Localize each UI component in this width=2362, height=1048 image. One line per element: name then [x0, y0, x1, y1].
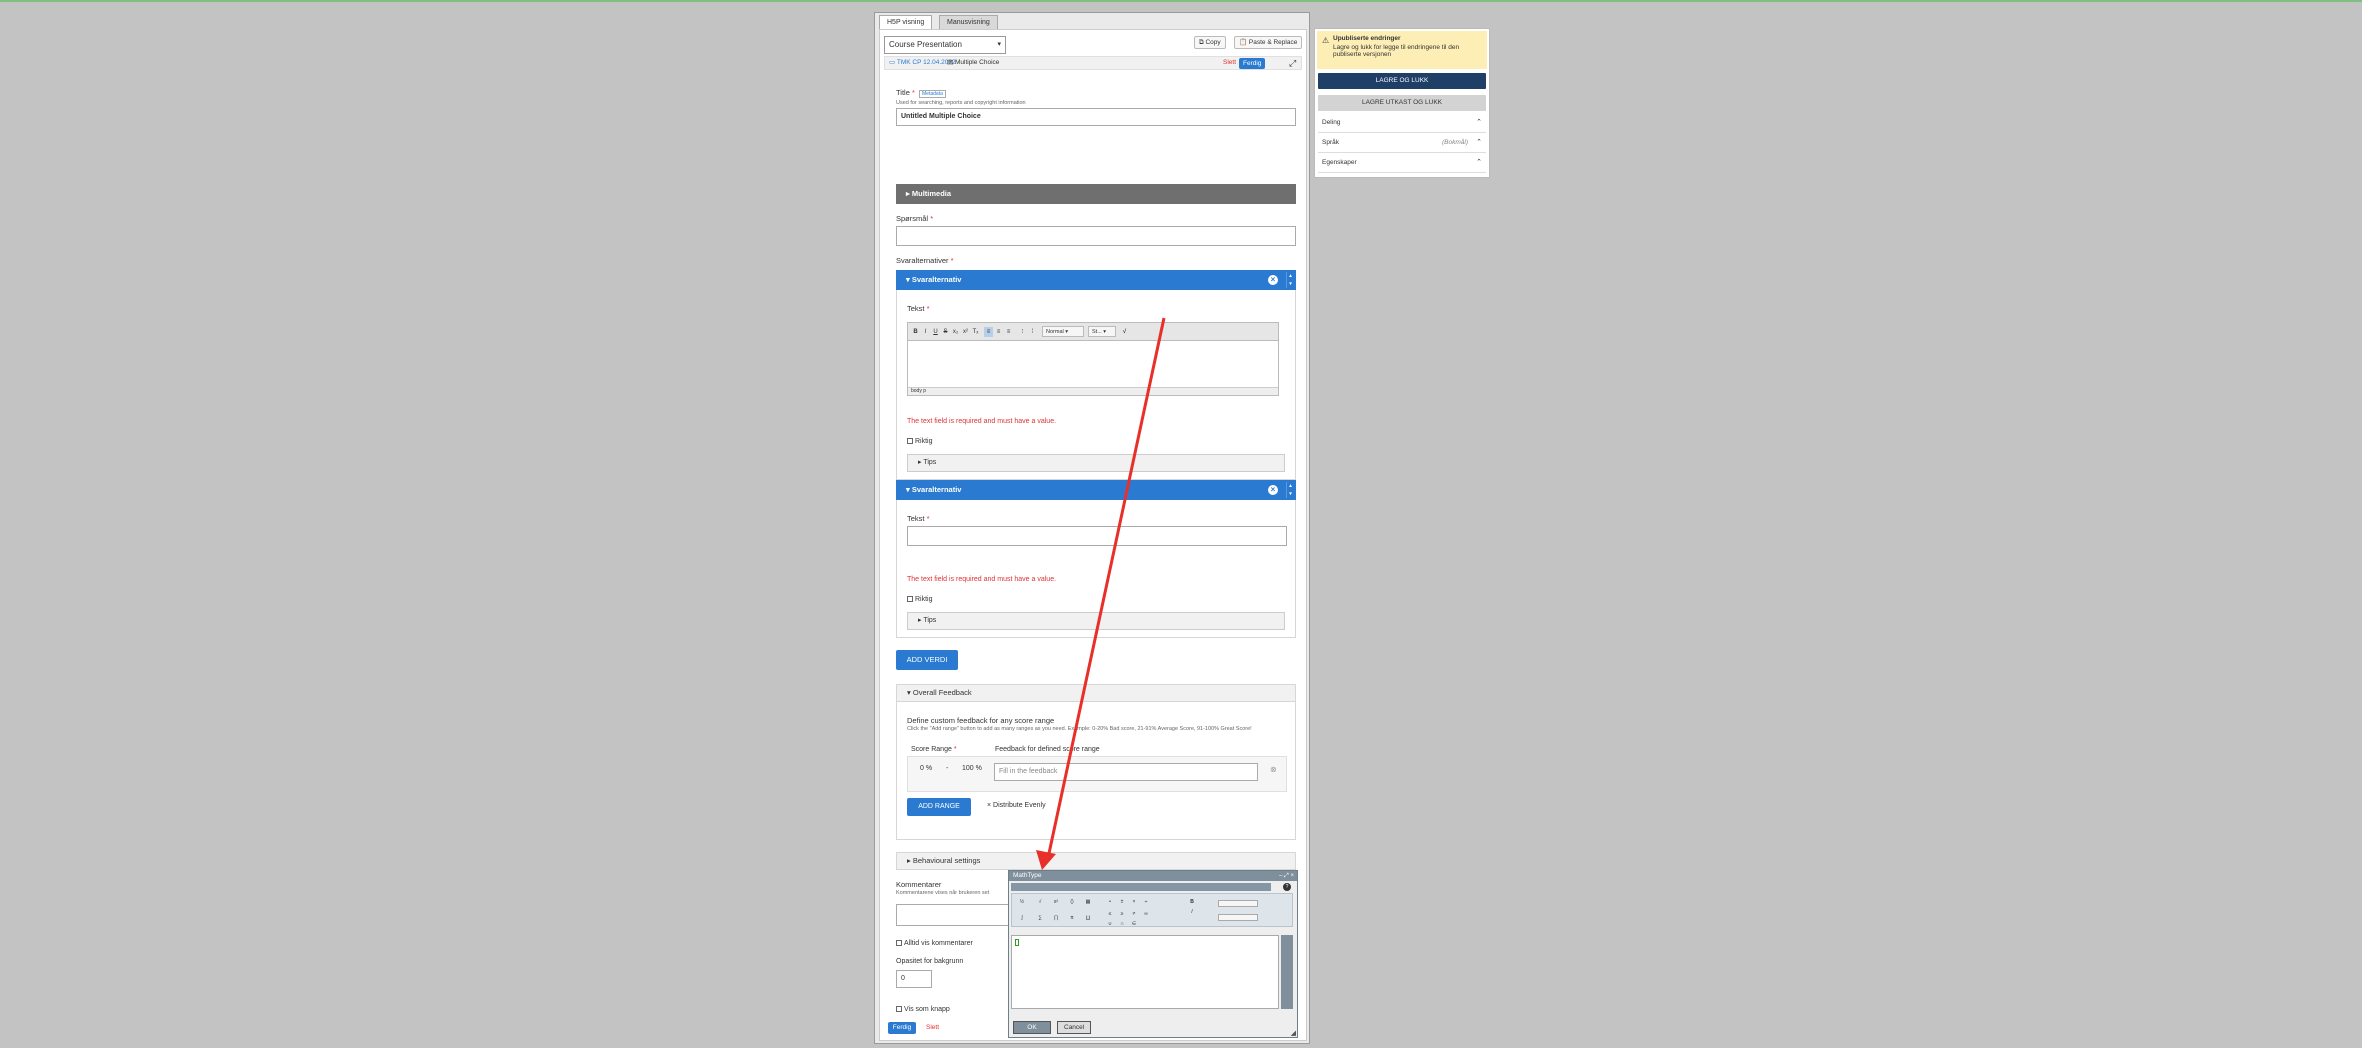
arrow-head — [1036, 850, 1056, 870]
annotation-arrow — [1036, 317, 1166, 870]
arrow-line — [1046, 317, 1166, 859]
